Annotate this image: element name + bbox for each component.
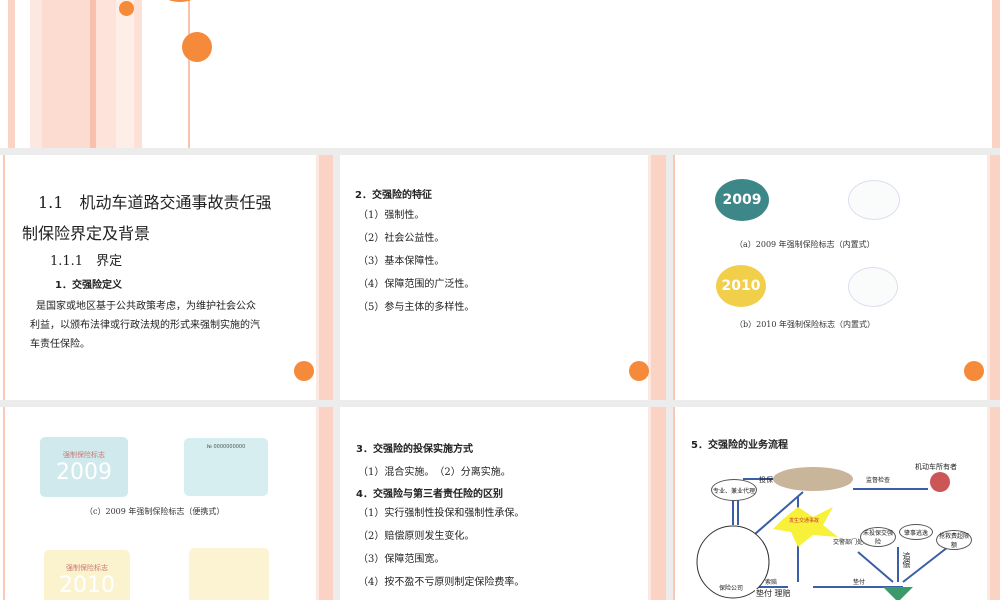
card-year: 2009 [56, 459, 112, 485]
decor-circle [294, 361, 314, 381]
label-pay: 垫付 理赔 [755, 589, 792, 598]
insurance-badge-2010: 2010 [716, 265, 766, 307]
list-item: （3）保障范围宽。 [358, 554, 445, 565]
heading: 2．交强险的特征 [355, 190, 432, 201]
slide-5[interactable]: 3．交强险的投保实施方式 （1）混合实施。 （2）分离实施。 4．交强险与第三者… [340, 407, 666, 600]
label-insure: 投保 [759, 476, 773, 484]
card-title: 强制保险标志 [63, 450, 105, 459]
list-item: （1）实行强制性投保和强制性承保。 [358, 508, 525, 519]
insurance-card-2010: 强制保险标志 2010 [44, 550, 130, 600]
card-number: № 0000000000 [206, 444, 246, 450]
caption: （b）2010 年强制保险标志（内置式） [735, 320, 876, 329]
card-title: 强制保险标志 [66, 563, 108, 572]
list-item: （2）赔偿原则发生变化。 [358, 531, 475, 542]
caption: （a）2009 年强制保险标志（内置式） [735, 240, 875, 249]
slide-6[interactable]: 5．交强险的业务流程 专业、兼业代理 投保 监督检查 机动车所有者 发生交通事故… [673, 407, 1000, 600]
insurance-card-back: № 0000000000 [184, 438, 268, 496]
insurance-card-2009: 强制保险标志 2009 [40, 437, 128, 497]
node-agent: 专业、兼业代理 [711, 479, 757, 501]
list-item: （5）参与主体的多样性。 [358, 302, 475, 313]
body-text: 利益，以颁布法律或行政法规的形式来强制实施的汽 [30, 320, 260, 331]
slide-1[interactable]: 1.1 机动车道路交通事故责任强 制保险界定及背景 1.1.1 界定 1．交强险… [0, 155, 333, 400]
list-item: （2）社会公益性。 [358, 233, 445, 244]
slide-2[interactable]: 2．交强险的特征 （1）强制性。 （2）社会公益性。 （3）基本保障性。 （4）… [340, 155, 666, 400]
decor-circle [119, 1, 134, 16]
slide-3[interactable]: 2009 （a）2009 年强制保险标志（内置式） 2010 （b）2010 年… [673, 155, 1000, 400]
slide-title: 制保险界定及背景 [22, 224, 151, 243]
node-rescue: 抢救费超限额 [936, 530, 972, 550]
slide-title-partial[interactable] [0, 0, 1000, 148]
label-company: 保险公司 [719, 585, 744, 592]
decor-circle [165, 0, 195, 2]
badge-back-image [848, 267, 898, 307]
heading: 3．交强险的投保实施方式 [356, 444, 473, 455]
label-supervise: 监督检查 [866, 477, 891, 484]
heading: 1．交强险定义 [55, 280, 122, 291]
card-year: 2010 [59, 572, 115, 598]
insurance-badge-2009: 2009 [715, 179, 769, 221]
node-uninsured: 未投保交强险 [860, 527, 896, 547]
body-text: 是国家或地区基于公共政策考虑，为维护社会公众 [36, 301, 256, 312]
body-text: 车责任保险。 [30, 339, 90, 350]
list-item: （1）混合实施。 （2）分离实施。 [358, 467, 511, 478]
list-item: （4）按不盈不亏原则制定保险费率。 [358, 577, 525, 588]
list-item: （1）强制性。 [358, 210, 425, 221]
slide-title: 1.1 机动车道路交通事故责任强 [38, 193, 272, 212]
label-owner: 机动车所有者 [915, 463, 957, 471]
list-item: （3）基本保障性。 [358, 256, 445, 267]
node-hit-run: 肇事逃逸 [899, 524, 933, 540]
badge-back-image [848, 180, 900, 220]
decor-circle [964, 361, 984, 381]
flow-arrows [696, 467, 950, 600]
list-item: （4）保障范围的广泛性。 [358, 279, 475, 290]
insurance-card-back [189, 548, 269, 600]
heading: 4．交强险与第三者责任险的区别 [356, 489, 503, 500]
label-accident: 发生交通事故 [789, 518, 820, 524]
label-claim: 索赔 [765, 579, 778, 586]
subtitle: 1.1.1 界定 [50, 254, 123, 269]
label-advance: 垫付 [853, 579, 866, 586]
decor-circle [182, 32, 212, 62]
caption: （c）2009 年强制保险标志（便携式） [85, 507, 225, 516]
slide-4[interactable]: 强制保险标志 2009 № 0000000000 （c）2009 年强制保险标志… [0, 407, 333, 600]
label-recover: 追偿 [902, 552, 911, 568]
decor-circle [629, 361, 649, 381]
